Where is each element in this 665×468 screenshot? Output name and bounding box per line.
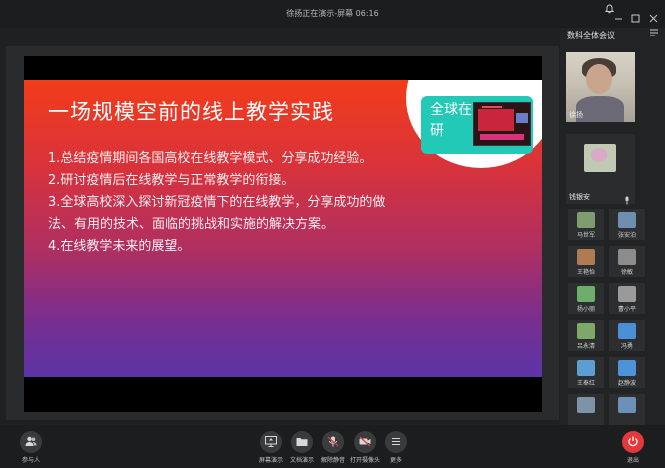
avatar: [577, 360, 595, 376]
title-bar: 徐扬正在演示-屏幕 06:16: [0, 0, 665, 28]
participant-name: 杨小丽: [576, 306, 595, 313]
participant-name: 曹小平: [617, 306, 636, 313]
avatar: [618, 360, 636, 376]
participant-name: 赵静波: [617, 380, 636, 387]
participant-tile[interactable]: 王奉红: [568, 357, 604, 388]
meeting-title: 数科全体会议: [567, 31, 615, 40]
slide-thumbnail-image: [473, 102, 531, 146]
shared-screen-area: 全球在 研 一场规模空前的线上教学实践 1.总结疫情期间各国高校在线教学模式、分…: [6, 46, 559, 420]
avatar: [618, 397, 636, 413]
avatar: [577, 397, 595, 413]
participant-tile[interactable]: 赵静波: [609, 357, 645, 388]
presentation-slide: 全球在 研 一场规模空前的线上教学实践 1.总结疫情期间各国高校在线教学模式、分…: [24, 80, 542, 377]
leave-label: 退出: [626, 457, 639, 464]
slide-title: 一场规模空前的线上教学实践: [48, 100, 334, 124]
list-toggle-icon[interactable]: [649, 28, 659, 39]
leave-button[interactable]: 退出: [618, 431, 648, 465]
participant-tile[interactable]: 杨小丽: [568, 283, 604, 314]
participant-tile[interactable]: 王艳怡: [568, 246, 604, 277]
participant-name: 王奉红: [576, 380, 595, 387]
slide-point: 1.总结疫情期间各国高校在线教学模式、分享成功经验。: [48, 151, 373, 166]
avatar: [618, 323, 636, 339]
avatar: [618, 212, 636, 228]
slide-callout: 全球在 研: [421, 96, 533, 154]
participant-name: 吕永清: [576, 343, 595, 350]
more-label: 更多: [389, 457, 402, 464]
participant-tile[interactable]: 张安泊: [609, 209, 645, 240]
slide-point: 2.研讨疫情后在线教学与正常教学的衔接。: [48, 173, 295, 188]
participant-tile[interactable]: 曹小平: [609, 283, 645, 314]
participant-name: 马世军: [576, 232, 595, 239]
avatar: [577, 249, 595, 265]
participant-name: 冯勇: [620, 343, 633, 350]
presenting-status: 徐扬正在演示-屏幕 06:16: [286, 9, 379, 18]
avatar: [618, 249, 636, 265]
meeting-window: 徐扬正在演示-屏幕 06:16 全球在 研 一场规模空前的线上教学实践 1.总结…: [0, 0, 665, 468]
participant-tile[interactable]: [609, 394, 645, 425]
participant-tile[interactable]: [568, 394, 604, 425]
participant-name: 王艳怡: [576, 269, 595, 276]
participant-name: 徐敏: [620, 269, 633, 276]
slide-point: 4.在线教学未来的展望。: [48, 239, 191, 254]
participant-tile[interactable]: 徐敏: [609, 246, 645, 277]
more-button[interactable]: 更多: [381, 431, 411, 465]
avatar: [577, 212, 595, 228]
participants-panel: 数科全体会议 徐扬 钱银安 马世军 张安泊王艳怡 徐敏杨小丽 曹小平吕永清 冯勇王奉红 赵…: [560, 28, 665, 425]
speaker-tile[interactable]: 钱银安: [566, 134, 635, 205]
participants-label: 参与人: [21, 457, 40, 464]
avatar: [577, 323, 595, 339]
close-icon[interactable]: [647, 14, 659, 26]
participants-button[interactable]: 参与人: [16, 431, 46, 465]
speaker-tile[interactable]: 徐扬: [566, 52, 635, 122]
mic-icon: [624, 190, 630, 205]
participant-tile[interactable]: 冯勇: [609, 320, 645, 351]
minimize-icon[interactable]: [612, 14, 624, 26]
meeting-toolbar: 参与人 屏幕演示 文档演示 解除静音 打开摄像头 更多 退出: [0, 425, 665, 468]
slide-point: 3.全球高校深入探讨新冠疫情下的在线教学，分享成功的做法、有用的技术、面临的挑战…: [48, 195, 386, 232]
maximize-icon[interactable]: [629, 14, 641, 26]
avatar: [577, 286, 595, 302]
shared-screen: 全球在 研 一场规模空前的线上教学实践 1.总结疫情期间各国高校在线教学模式、分…: [24, 56, 542, 412]
slide-body: 1.总结疫情期间各国高校在线教学模式、分享成功经验。 2.研讨疫情后在线教学与正…: [48, 148, 400, 258]
participant-tile[interactable]: 马世军: [568, 209, 604, 240]
participant-name: 张安泊: [617, 232, 636, 239]
speaker-name: 钱银安: [569, 193, 590, 201]
participant-tile[interactable]: 吕永清: [568, 320, 604, 351]
avatar: [618, 286, 636, 302]
speaker-name: 徐扬: [569, 111, 583, 119]
